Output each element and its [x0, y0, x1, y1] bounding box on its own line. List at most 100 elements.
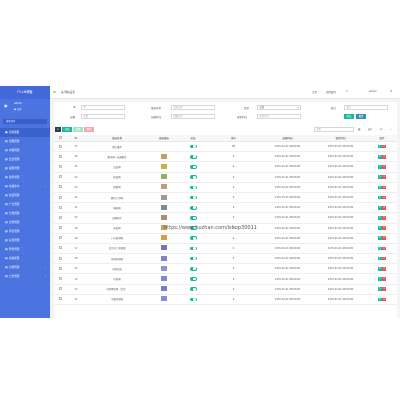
link-thumbnail[interactable]: [161, 184, 167, 190]
sidebar-item[interactable]: ▤分类管理: [0, 209, 50, 218]
edit-icon[interactable]: ✎: [378, 144, 382, 149]
add-button[interactable]: 添加: [62, 127, 72, 132]
table-row[interactable]: 14 中新网 0 1970-01-01 08:00:00 1970-01-01 08:0…: [54, 273, 397, 285]
columns-icon[interactable]: ▤▾: [368, 128, 372, 131]
delete-icon[interactable]: ✕: [382, 267, 386, 271]
status-toggle[interactable]: [189, 246, 197, 251]
link-thumbnail[interactable]: [161, 153, 167, 159]
edit-icon[interactable]: ✎: [378, 195, 382, 200]
sidebar-item[interactable]: ▤友链管理: [0, 191, 50, 200]
link-thumbnail[interactable]: [161, 235, 167, 241]
delete-icon[interactable]: ✕: [382, 226, 386, 230]
sidebar-item[interactable]: ▤评论管理: [0, 227, 50, 236]
status-toggle[interactable]: [189, 287, 197, 292]
link-thumbnail[interactable]: [161, 174, 167, 180]
home-link[interactable]: 主页: [312, 90, 317, 94]
edit-icon[interactable]: ✎: [378, 297, 382, 302]
row-checkbox[interactable]: [58, 246, 62, 250]
delete-icon[interactable]: ✕: [382, 297, 386, 302]
status-toggle[interactable]: [189, 144, 197, 149]
delete-icon[interactable]: ✕: [382, 195, 386, 200]
row-checkbox[interactable]: [58, 226, 62, 230]
table-row[interactable]: 25 百度网 0 1970-01-01 08:00:00 1970-01-01 08:0…: [54, 161, 397, 173]
edit-icon[interactable]: ✎: [378, 226, 382, 230]
menu-toggle-icon[interactable]: ≡: [53, 90, 56, 94]
edit-icon[interactable]: ✎: [378, 236, 382, 241]
row-checkbox[interactable]: [58, 266, 62, 270]
sidebar-item[interactable]: ▣控制面板: [0, 128, 50, 137]
row-checkbox[interactable]: [58, 277, 62, 281]
edit-icon[interactable]: ✎: [378, 165, 382, 169]
refresh-button[interactable]: ⟳: [55, 127, 61, 132]
filter-weigh-input[interactable]: 权重: [81, 114, 125, 119]
table-row[interactable]: 16 环球新闻网 0 1970-01-01 08:00:00 1970-01-01 08…: [54, 253, 397, 265]
row-checkbox[interactable]: [58, 205, 62, 209]
row-checkbox[interactable]: [58, 154, 62, 158]
edit-icon[interactable]: ✎: [378, 216, 382, 220]
edit-button[interactable]: 编辑: [73, 127, 83, 132]
row-checkbox[interactable]: [58, 185, 62, 189]
status-toggle[interactable]: [189, 267, 197, 271]
link-thumbnail[interactable]: [161, 204, 167, 210]
delete-icon[interactable]: ✕: [382, 205, 386, 210]
sidebar-item[interactable]: ▤系统配置: [0, 254, 50, 263]
sidebar-item[interactable]: ▤日志管理 ‹: [0, 272, 50, 281]
table-row[interactable]: 21 网易网 0 1970-01-01 08:00:00 1970-01-01 08:0…: [54, 202, 397, 214]
edit-icon[interactable]: ✎: [378, 256, 382, 261]
filter-id-input[interactable]: ID: [81, 105, 125, 110]
table-row[interactable]: 23 搜狐网 0 1970-01-01 08:00:00 1970-01-01 08:0…: [54, 182, 397, 193]
gear-icon[interactable]: ⚙: [390, 90, 392, 93]
delete-icon[interactable]: ✕: [382, 287, 386, 292]
row-checkbox[interactable]: [58, 287, 62, 291]
row-checkbox[interactable]: [58, 215, 62, 219]
delete-icon[interactable]: ✕: [382, 236, 386, 241]
status-toggle[interactable]: [189, 277, 197, 281]
status-toggle[interactable]: [189, 216, 197, 220]
sidebar-search-input[interactable]: 搜索菜单: [3, 119, 47, 124]
filter-create-input[interactable]: 创建时间: [171, 114, 215, 119]
table-row[interactable]: 20 凤凰网子 0 1970-01-01 08:00:00 1970-01-01 08:…: [54, 212, 397, 224]
row-checkbox[interactable]: [58, 164, 62, 168]
edit-icon[interactable]: ✎: [378, 246, 382, 251]
row-checkbox[interactable]: [58, 236, 62, 240]
filter-name-input[interactable]: 链接名称: [171, 105, 215, 110]
submit-button[interactable]: 提交: [344, 114, 354, 119]
sidebar-item[interactable]: ▤会员管理: [0, 155, 50, 164]
status-toggle[interactable]: [189, 256, 197, 261]
sidebar-item[interactable]: ▤附件管理: [0, 245, 50, 254]
delete-icon[interactable]: ✕: [382, 246, 386, 251]
tab-site-settings[interactable]: ▦网站设置: [61, 90, 75, 94]
sidebar-item[interactable]: ▤文章管理: [0, 218, 50, 227]
filter-type-select[interactable]: 全部 ▾: [257, 105, 301, 110]
delete-icon[interactable]: ✕: [382, 256, 386, 261]
delete-button[interactable]: 删除: [84, 127, 94, 132]
reset-button[interactable]: 重置: [356, 114, 366, 119]
link-thumbnail[interactable]: [161, 245, 167, 251]
table-row[interactable]: 24 新浪网 0 1970-01-01 08:00:00 1970-01-01 08:0…: [54, 172, 397, 183]
delete-icon[interactable]: ✕: [382, 185, 386, 190]
search-icon[interactable]: ⌕: [390, 128, 391, 131]
table-row[interactable]: 12 中通快递网 0 1970-01-01 08:00:00 1970-01-01 08…: [54, 294, 397, 306]
edit-icon[interactable]: ✎: [378, 154, 382, 159]
sidebar-item[interactable]: ▤广告管理: [0, 200, 50, 209]
row-checkbox[interactable]: [58, 175, 62, 179]
status-toggle[interactable]: [189, 236, 197, 241]
edit-icon[interactable]: ✎: [378, 277, 382, 281]
table-row[interactable]: 18 广州新闻网 0 1970-01-01 08:00:00 1970-01-01 08…: [54, 233, 397, 244]
delete-icon[interactable]: ✕: [382, 175, 386, 179]
filter-remark-input[interactable]: 备注: [344, 105, 388, 110]
sidebar-item[interactable]: ▤内容管理: [0, 146, 50, 155]
delete-icon[interactable]: ✕: [382, 165, 386, 169]
edit-icon[interactable]: ✎: [378, 205, 382, 210]
link-thumbnail[interactable]: [161, 255, 167, 261]
filter-update-input[interactable]: 更新时间: [257, 114, 301, 119]
edit-icon[interactable]: ✎: [378, 185, 382, 190]
table-row[interactable]: 13 中新经纬网（北京） 0 1970-01-01 08:00:00 1970-01-0…: [54, 284, 397, 295]
table-row[interactable]: 22 腾讯大学网 0 1970-01-01 08:00:00 1970-01-01 08…: [54, 192, 397, 204]
sidebar-item[interactable]: ▤权限管理: [0, 164, 50, 173]
row-checkbox[interactable]: [58, 256, 62, 260]
clear-cache-button[interactable]: 清除缓存: [326, 90, 336, 94]
link-thumbnail[interactable]: [161, 194, 167, 200]
status-toggle[interactable]: [189, 195, 197, 200]
sidebar-item[interactable]: ▤在线命令 ‹: [0, 182, 50, 191]
